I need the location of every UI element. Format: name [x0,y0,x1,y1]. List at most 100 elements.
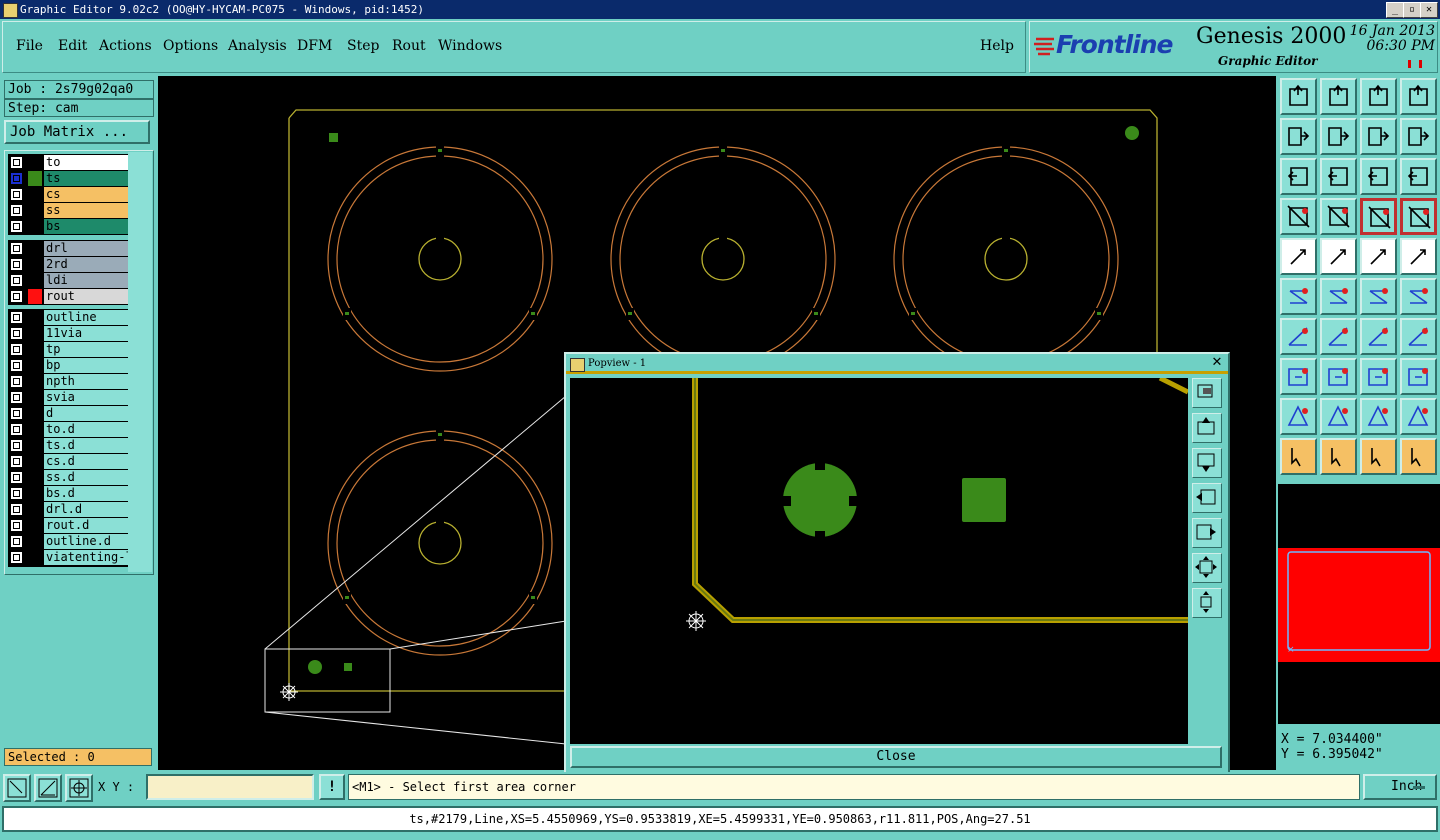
triangle-edit-button[interactable] [1320,398,1357,435]
layer-visibility-checkbox[interactable] [11,472,22,483]
layer-row-svia[interactable]: svia [8,390,129,406]
layer-row-ts[interactable]: ts [8,171,129,187]
help-button[interactable] [1400,158,1437,195]
xy-input[interactable] [146,774,314,800]
layer-row-outline-d[interactable]: outline.d [8,534,129,550]
pad-button[interactable] [1400,238,1437,275]
triangle-button[interactable] [1280,398,1317,435]
zoom-center-button[interactable] [1320,158,1357,195]
layer-row-viatenting-l[interactable]: viatenting-l [8,550,129,566]
menu-analysis[interactable]: Analysis [228,38,287,54]
layer-visibility-checkbox[interactable] [11,360,22,371]
connect-nodes-button[interactable] [1280,278,1317,315]
close-window-button[interactable]: ✕ [1420,2,1438,18]
layer-row-outline[interactable]: outline [8,310,129,326]
layer-row-bs-d[interactable]: bs.d [8,486,129,502]
layer-name[interactable]: ts.d [44,438,128,453]
menu-step[interactable]: Step [347,38,379,54]
save-button[interactable] [1320,78,1357,115]
popview-home-button[interactable] [1192,588,1222,618]
layer-name[interactable]: bp [44,358,128,373]
menu-windows[interactable]: Windows [438,38,502,54]
resize-button[interactable] [1320,358,1357,395]
layer-name[interactable]: ldi [44,273,128,288]
redo-button[interactable] [1400,118,1437,155]
layer-row-bs[interactable]: bs [8,219,129,235]
move-feature-button[interactable] [1400,278,1437,315]
select-route-button[interactable] [1400,438,1437,475]
popview-close-button[interactable]: Close [570,746,1222,768]
popview-pan-down-button[interactable] [1192,448,1222,478]
arc-cross-button[interactable] [1400,398,1437,435]
draw-line-button[interactable] [1320,238,1357,275]
layer-row-cs[interactable]: cs [8,187,129,203]
layer-visibility-checkbox[interactable] [11,456,22,467]
mirror-button[interactable] [1400,318,1437,355]
layer-name[interactable]: drl [44,241,128,256]
menu-options[interactable]: Options [163,38,218,54]
select-net-button[interactable] [1360,438,1397,475]
tools-button[interactable] [1280,198,1317,235]
popview-fit-button[interactable] [1192,553,1222,583]
fit-screen-button[interactable] [1280,158,1317,195]
layer-row-drl-d[interactable]: drl.d [8,502,129,518]
menu-file[interactable]: File [16,38,43,54]
layer-visibility-checkbox[interactable] [11,424,22,435]
execute-button[interactable]: ! [319,774,345,800]
measure-button[interactable] [34,774,62,802]
layer-row-cs-d[interactable]: cs.d [8,454,129,470]
layer-row-ss[interactable]: ss [8,203,129,219]
layer-name[interactable]: svia [44,390,128,405]
menu-help[interactable]: Help [980,38,1014,54]
minimize-button[interactable]: _ [1386,2,1404,18]
layer-row-ts-d[interactable]: ts.d [8,438,129,454]
layer-row-ss-d[interactable]: ss.d [8,470,129,486]
layer-name[interactable]: viatenting-l [44,550,128,565]
ruler-button[interactable] [1360,238,1397,275]
layer-name[interactable]: cs.d [44,454,128,469]
layer-visibility-checkbox[interactable] [11,259,22,270]
layer-visibility-checkbox[interactable] [11,536,22,547]
job-matrix-button[interactable]: Job Matrix ... [4,120,150,144]
layer-name[interactable]: 2rd [44,257,128,272]
layer-name[interactable]: 11via [44,326,128,341]
layer-name[interactable]: bs.d [44,486,128,501]
select-pointer-button[interactable] [1280,438,1317,475]
popview-pan-left-button[interactable] [1192,483,1222,513]
arc-button[interactable] [1360,398,1397,435]
pan-right-button[interactable] [1320,118,1357,155]
layer-row-drl[interactable]: drl [8,241,129,257]
undo-button[interactable] [1360,118,1397,155]
pan-left-button[interactable] [1280,118,1317,155]
layer-visibility-checkbox[interactable] [11,328,22,339]
popview-pan-right-button[interactable] [1192,518,1222,548]
layer-row-11via[interactable]: 11via [8,326,129,342]
layer-visibility-checkbox[interactable] [11,312,22,323]
add-pad-button[interactable] [1280,358,1317,395]
menu-dfm[interactable]: DFM [297,38,332,54]
layer-name[interactable]: bs [44,219,128,234]
open-layer-button[interactable] [1280,78,1317,115]
layer-visibility-checkbox[interactable] [11,392,22,403]
select-area-button[interactable] [3,774,31,802]
menu-rout[interactable]: Rout [392,38,426,54]
layer-name[interactable]: npth [44,374,128,389]
netlist-button[interactable] [1360,198,1397,235]
angle-button[interactable] [1280,318,1317,355]
snap-grid-button[interactable] [65,774,93,802]
layer-row-2rd[interactable]: 2rd [8,257,129,273]
layer-name[interactable]: rout [44,289,128,304]
delete-button[interactable] [1320,278,1357,315]
copy-button[interactable] [1400,358,1437,395]
layer-visibility-checkbox[interactable] [11,440,22,451]
popview-zoom-in-button[interactable] [1192,378,1222,408]
layer-visibility-checkbox[interactable] [11,205,22,216]
layer-row-d[interactable]: d [8,406,129,422]
layer-visibility-checkbox[interactable] [11,504,22,515]
maximize-button[interactable]: ▫ [1403,2,1421,18]
home-button[interactable] [1360,78,1397,115]
layer-row-npth[interactable]: npth [8,374,129,390]
layer-name[interactable]: ss.d [44,470,128,485]
netlist-compare-button[interactable] [1400,198,1437,235]
layer-row-to-d[interactable]: to.d [8,422,129,438]
